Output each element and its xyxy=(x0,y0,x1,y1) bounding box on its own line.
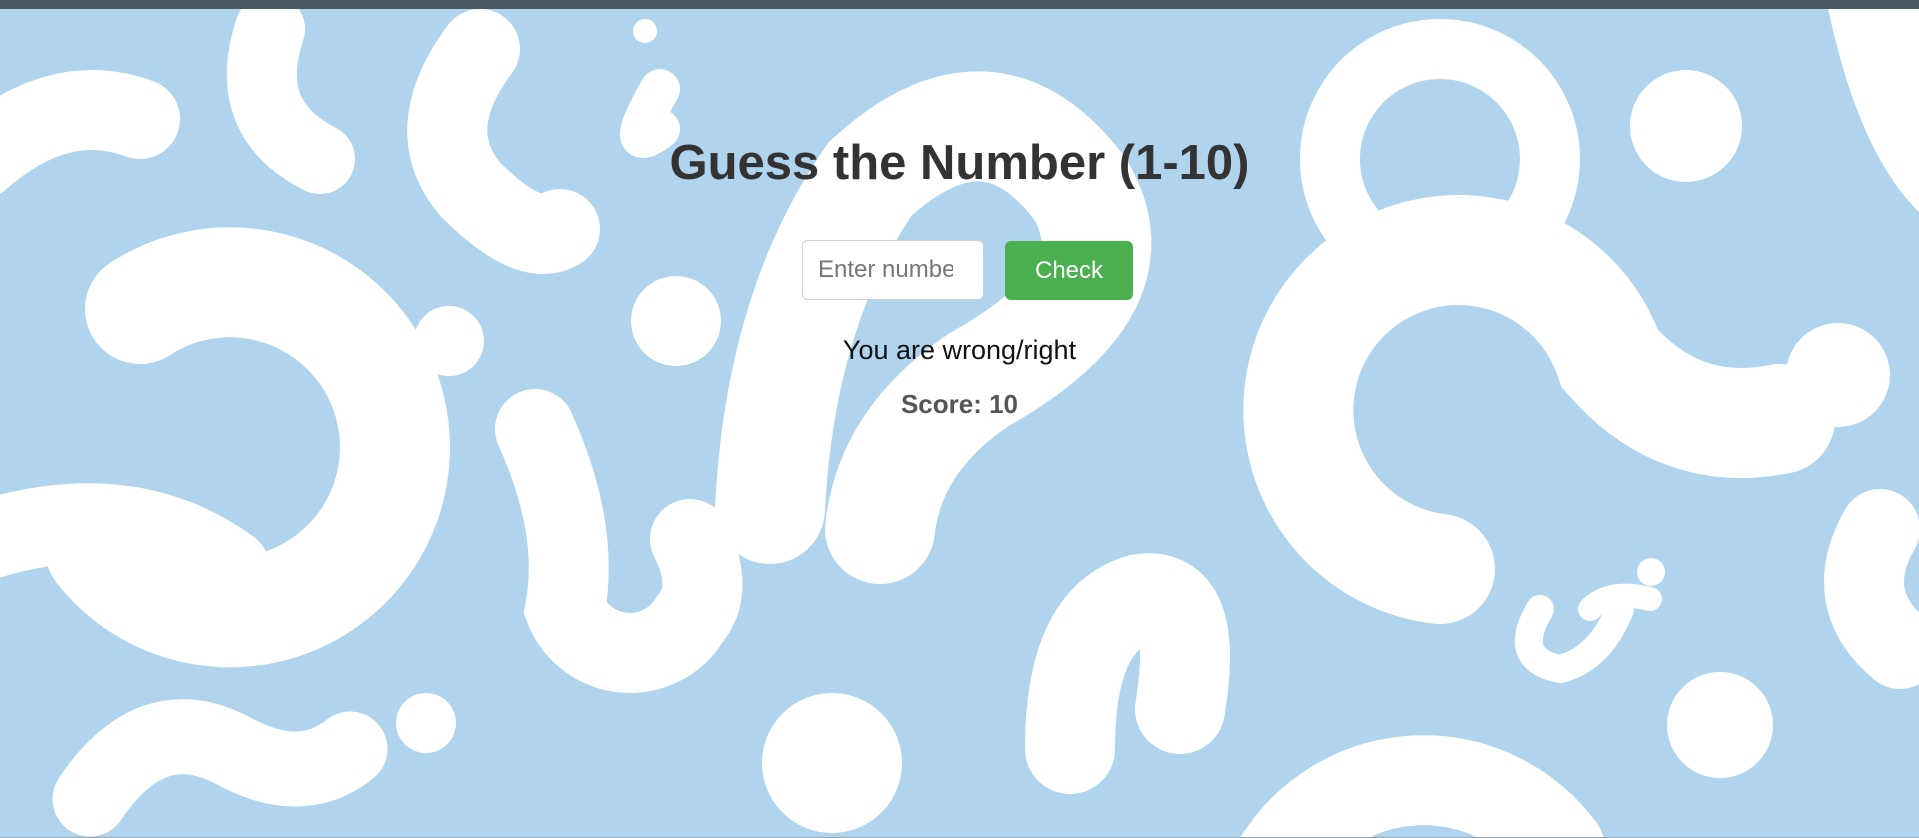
number-input[interactable] xyxy=(802,240,984,300)
score-display: Score: 10 xyxy=(900,389,1019,419)
check-button[interactable]: Check xyxy=(1005,241,1133,300)
result-message: You are wrong/right xyxy=(842,335,1077,365)
browser-top-bar xyxy=(0,0,1919,9)
question-mark-pattern xyxy=(0,9,1919,837)
game-area: Guess the Number (1-10) Check You are wr… xyxy=(0,9,1919,837)
page-title: Guess the Number (1-10) xyxy=(669,136,1250,190)
